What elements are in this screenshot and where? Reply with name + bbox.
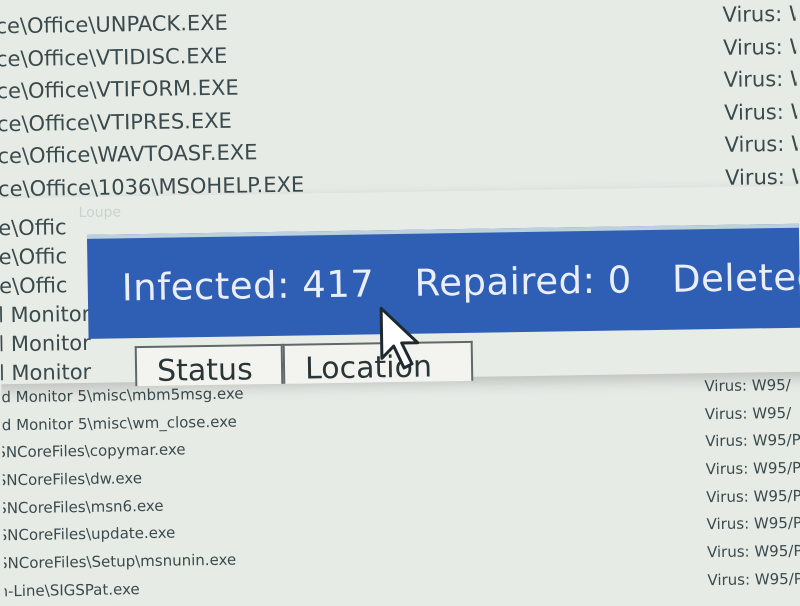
arrow-cursor-icon (379, 306, 420, 370)
file-path: ice\Office\UNPACK.EXE (0, 10, 228, 39)
list-item[interactable]: rd Monitor (0, 300, 90, 331)
threat-name: Virus: W9 (722, 1, 800, 27)
file-path: ice\Office\VTIFORM.EXE (0, 75, 239, 104)
tab-status[interactable]: Status (134, 343, 284, 387)
column-tabs: Status Location (134, 340, 474, 387)
threat-name: Virus: W9 (723, 98, 800, 125)
file-list-top: ice\Office\UNPACK.EXE Virus: W9 ice\Offi… (0, 0, 800, 205)
threat-name: Virus: W95/Pi (706, 541, 800, 562)
list-item[interactable]: rd Monitor (0, 358, 91, 389)
list-item[interactable]: ice\Offic (0, 242, 82, 273)
scan-summary-panel: Infected: 417 Repaired: 0 Deleted: 0 (86, 223, 800, 339)
threat-name: Virus: W9 (722, 33, 800, 60)
infected-count: Infected: 417 (121, 262, 375, 310)
screen-photo: ice\Office\UNPACK.EXE Virus: W9 ice\Offi… (0, 0, 800, 606)
file-path: ice\Office\VTIDISC.EXE (0, 43, 228, 71)
threat-name: Virus: W95/P (705, 486, 800, 506)
threat-name: Virus: W95/Pi (706, 514, 800, 534)
file-path: rd Monitor 5\misc\wm_close.exe (0, 412, 237, 435)
list-item[interactable]: ice\Offic (0, 213, 81, 244)
file-path: SNCoreFiles\dw.exe (0, 469, 143, 490)
list-item[interactable]: rd Monitor (0, 329, 91, 360)
file-path: SNCoreFiles\msn6.exe (0, 496, 164, 518)
threat-name: Virus: W95/P (705, 458, 800, 479)
repaired-count: Repaired: 0 (414, 258, 633, 305)
deleted-count: Deleted: 0 (671, 255, 800, 301)
file-path: SNCoreFiles\Setup\msnunin.exe (0, 550, 237, 573)
file-list-bottom: rd Monitor 5\misc\mbm5msg.exe Virus: W95… (0, 371, 800, 606)
list-item[interactable]: ice\Offic (0, 271, 82, 302)
file-path: n-Line\SIGSPat.exe (0, 579, 140, 601)
threat-name: Virus: W95/Pi (707, 569, 800, 590)
threat-name: Virus: W95/ (704, 375, 791, 396)
threat-name: Virus: W9 (723, 66, 800, 92)
file-list-partial: ice\Offic ice\Offic ice\Offic rd Monitor… (0, 213, 91, 389)
file-path: ice\Office\WAVTOASF.EXE (0, 140, 258, 169)
threat-name: Virus: W9 (724, 131, 800, 157)
scan-stats: Infected: 417 Repaired: 0 Deleted: 0 (121, 254, 800, 310)
threat-name: Virus: W95/P (705, 431, 800, 451)
file-path: ice\Office\VTIPRES.EXE (0, 108, 232, 136)
file-path: SNCoreFiles\copymar.exe (0, 440, 186, 462)
file-path: SNCoreFiles\update.exe (0, 523, 176, 545)
loupe-title: Loupe (78, 204, 122, 222)
threat-name: Virus: W95/ (704, 403, 792, 423)
